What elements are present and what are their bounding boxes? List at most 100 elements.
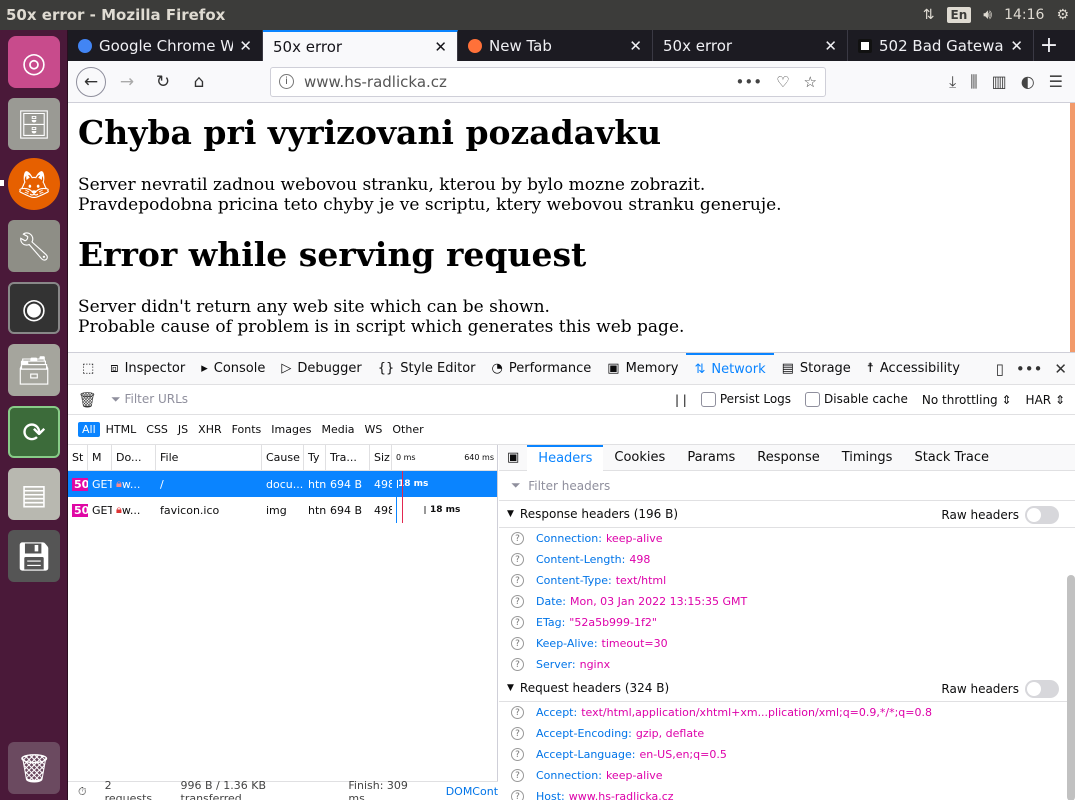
filter-js[interactable]: JS xyxy=(174,422,192,437)
keyboard-layout-indicator[interactable]: En xyxy=(946,7,972,23)
close-devtools-icon[interactable]: ✕ xyxy=(1054,360,1067,378)
close-icon[interactable]: ✕ xyxy=(824,37,837,55)
filter-css[interactable]: CSS xyxy=(142,422,172,437)
tab-memory[interactable]: ▣ Memory xyxy=(599,353,686,385)
help-question-icon[interactable]: ? xyxy=(511,748,524,761)
help-question-icon[interactable]: ? xyxy=(511,706,524,719)
header-row[interactable]: ? Accept: text/html,application/xhtml+xm..… xyxy=(499,702,1075,723)
help-question-icon[interactable]: ? xyxy=(511,595,524,608)
filter-xhr[interactable]: XHR xyxy=(194,422,225,437)
help-question-icon[interactable]: ? xyxy=(511,769,524,782)
help-question-icon[interactable]: ? xyxy=(511,532,524,545)
page-actions-icon[interactable]: ••• xyxy=(736,73,763,91)
network-icon[interactable]: ⇅ xyxy=(923,7,935,23)
column-size[interactable]: Siz xyxy=(370,445,392,470)
close-icon[interactable]: ✕ xyxy=(239,37,252,55)
tab-inspector[interactable]: ⧈ Inspector xyxy=(102,353,193,385)
header-row[interactable]: ? Keep-Alive: timeout=30 xyxy=(499,633,1075,654)
trash-clear-icon[interactable]: 🗑︎ xyxy=(78,391,97,409)
library-icon[interactable]: ⫼ xyxy=(970,72,977,92)
tab-google-chrome[interactable]: Google Chrome W ✕ xyxy=(68,30,263,61)
filter-media[interactable]: Media xyxy=(317,422,358,437)
column-waterfall[interactable]: 0 ms 640 ms xyxy=(392,445,498,470)
tab-timings[interactable]: Timings xyxy=(831,445,904,471)
tab-style-editor[interactable]: {} Style Editor xyxy=(370,353,484,385)
persist-logs-checkbox[interactable]: Persist Logs xyxy=(700,392,791,407)
raw-headers-toggle[interactable] xyxy=(1025,679,1059,698)
header-row[interactable]: ? Content-Length: 498 xyxy=(499,549,1075,570)
close-icon[interactable]: ✕ xyxy=(629,37,642,55)
tab-50x-error-active[interactable]: 50x error ✕ xyxy=(263,30,458,61)
software-updater-icon[interactable]: ⟳ xyxy=(8,406,60,458)
url-bar[interactable]: i www.hs-radlicka.cz ••• ♡ ☆ xyxy=(270,66,826,97)
help-question-icon[interactable]: ? xyxy=(511,616,524,629)
har-menu[interactable]: HAR ⇕ xyxy=(1026,393,1065,407)
header-row[interactable]: ? Accept-Encoding: gzip, deflate xyxy=(499,723,1075,744)
clock[interactable]: 14:16 xyxy=(1004,7,1044,23)
volume-icon[interactable]: 🔊︎ xyxy=(983,7,992,23)
disable-cache-checkbox[interactable]: Disable cache xyxy=(805,392,908,407)
help-question-icon[interactable]: ? xyxy=(511,727,524,740)
header-row[interactable]: ? Content-Type: text/html xyxy=(499,570,1075,591)
tab-cookies[interactable]: Cookies xyxy=(603,445,676,471)
filter-headers-input[interactable]: ⏷ Filter headers xyxy=(499,471,1075,501)
responsive-design-icon[interactable]: ▯ xyxy=(996,360,1004,378)
header-row[interactable]: ? Host: www.hs-radlicka.cz xyxy=(499,786,1075,800)
table-row[interactable]: 50 GET 🔒︎ w... favicon.ico img htn 694 B … xyxy=(68,497,497,523)
help-question-icon[interactable]: ? xyxy=(511,637,524,650)
help-question-icon[interactable]: ? xyxy=(511,574,524,587)
header-row[interactable]: ? Connection: keep-alive xyxy=(499,528,1075,549)
tab-console[interactable]: ▸ Console xyxy=(193,353,273,385)
column-status[interactable]: St xyxy=(68,445,88,470)
tab-response[interactable]: Response xyxy=(746,445,830,471)
column-transferred[interactable]: Tra... xyxy=(326,445,370,470)
tab-accessibility[interactable]: ☨ Accessibility xyxy=(859,353,968,385)
archive-icon[interactable]: 🗃︎ xyxy=(8,344,60,396)
settings-gear-icon[interactable]: ⚙ xyxy=(1056,7,1069,23)
column-method[interactable]: M xyxy=(88,445,112,470)
tab-performance[interactable]: ◔ Performance xyxy=(484,353,600,385)
help-question-icon[interactable]: ? xyxy=(511,658,524,671)
menu-hamburger-icon[interactable]: ☰ xyxy=(1049,72,1063,92)
header-row[interactable]: ? Date: Mon, 03 Jan 2022 13:15:35 GMT xyxy=(499,591,1075,612)
sidebar-icon[interactable]: ▥ xyxy=(992,72,1007,92)
home-icon[interactable]: ⌂ xyxy=(184,67,214,97)
help-question-icon[interactable]: ? xyxy=(511,790,524,800)
tab-50x-error[interactable]: 50x error ✕ xyxy=(653,30,848,61)
downloads-icon[interactable]: ⤓ xyxy=(949,72,956,92)
throttling-select[interactable]: No throttling ⇕ xyxy=(922,393,1012,407)
element-picker-icon[interactable]: ⬚ xyxy=(74,353,102,385)
filter-fonts[interactable]: Fonts xyxy=(228,422,266,437)
firefox-icon[interactable]: 🦊︎ xyxy=(8,158,60,210)
account-icon[interactable]: ◐ xyxy=(1021,72,1035,92)
scanner-icon[interactable]: ▤ xyxy=(8,468,60,520)
tab-params[interactable]: Params xyxy=(676,445,746,471)
toggle-panel-icon[interactable]: ▣ xyxy=(499,445,527,471)
trash-icon[interactable]: 🗑︎ xyxy=(8,742,60,794)
header-row[interactable]: ? Server: nginx xyxy=(499,654,1075,675)
response-headers-section[interactable]: ▼ Response headers (196 B) Raw headers xyxy=(499,501,1075,528)
help-question-icon[interactable]: ? xyxy=(511,553,524,566)
stopwatch-icon[interactable]: ⏱ xyxy=(78,785,87,799)
system-settings-icon[interactable]: 🔧︎ xyxy=(8,220,60,272)
tab-headers[interactable]: Headers xyxy=(527,444,604,471)
save-disk-icon[interactable]: 💾︎ xyxy=(8,530,60,582)
header-row[interactable]: ? Accept-Language: en-US,en;q=0.5 xyxy=(499,744,1075,765)
reload-icon[interactable]: ↻ xyxy=(148,67,178,97)
filter-all[interactable]: All xyxy=(78,422,100,437)
tab-502-bad-gateway[interactable]: 502 Bad Gateway - ✕ xyxy=(848,30,1034,61)
filter-images[interactable]: Images xyxy=(267,422,315,437)
site-info-icon[interactable]: i xyxy=(279,74,294,89)
details-scrollbar[interactable] xyxy=(1067,575,1075,800)
close-icon[interactable]: ✕ xyxy=(434,38,447,56)
pause-button[interactable]: | | xyxy=(675,393,687,407)
tab-storage[interactable]: ▤ Storage xyxy=(774,353,859,385)
raw-headers-toggle[interactable] xyxy=(1025,505,1059,524)
pocket-icon[interactable]: ♡ xyxy=(776,73,789,91)
ubuntu-dash-icon[interactable]: ◎ xyxy=(8,36,60,88)
forward-arrow-icon[interactable]: → xyxy=(112,67,142,97)
column-file[interactable]: File xyxy=(156,445,262,470)
filter-other[interactable]: Other xyxy=(388,422,427,437)
safe-icon[interactable]: ◉ xyxy=(8,282,60,334)
tab-network[interactable]: ⇅ Network xyxy=(686,352,774,385)
